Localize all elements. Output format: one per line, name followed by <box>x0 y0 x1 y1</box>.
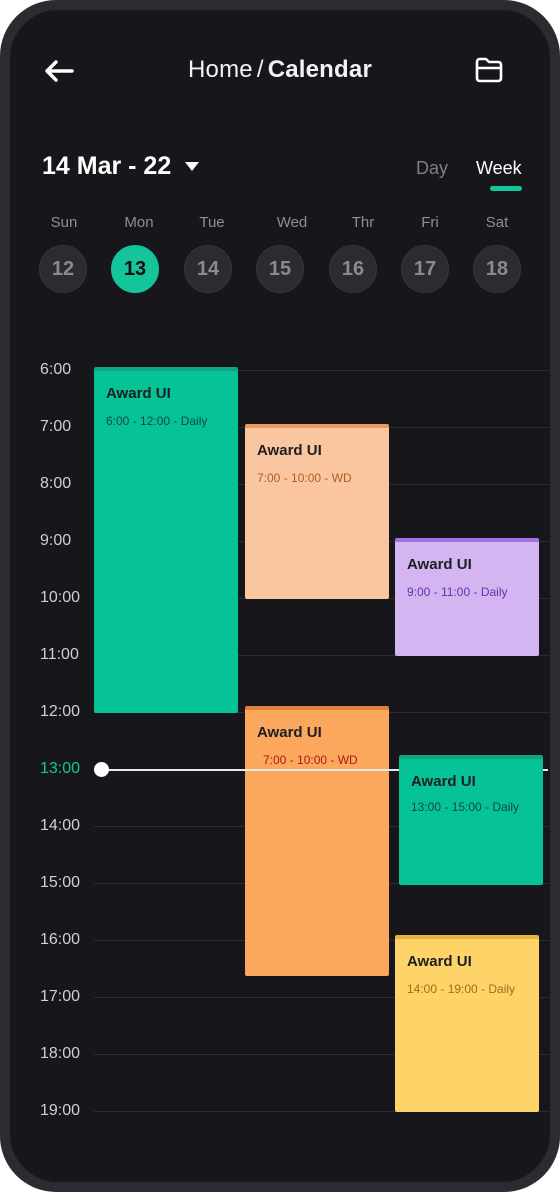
weekday-tue: Tue <box>199 214 225 231</box>
current-time-dot <box>94 762 109 777</box>
hour-label: 19:00 <box>40 1102 81 1119</box>
tab-day[interactable]: Day <box>416 158 448 179</box>
event-time: 7:00 - 10:00 - WD <box>263 753 358 767</box>
tab-week[interactable]: Week <box>476 158 522 179</box>
event-card[interactable]: Award UI 9:00 - 11:00 - Daily <box>395 538 539 656</box>
active-tab-indicator <box>490 186 522 191</box>
event-time: 13:00 - 15:00 - Daily <box>411 800 520 814</box>
event-title: Award UI <box>257 442 322 459</box>
event-card[interactable]: Award UI 7:00 - 10:00 - WD <box>245 424 389 599</box>
date-14[interactable]: 14 <box>184 245 232 293</box>
event-title: Award UI <box>407 556 472 573</box>
weekday-sun: Sun <box>50 214 78 231</box>
event-time: 7:00 - 10:00 - WD <box>257 471 352 485</box>
event-card[interactable]: Award UI 7:00 - 10:00 - WD <box>245 706 389 976</box>
event-title: Award UI <box>407 953 472 970</box>
calendar-screen: Home / Calendar 14 Mar - 22 Day Week Sun M… <box>10 10 550 1182</box>
breadcrumb-current: Calendar <box>267 56 372 83</box>
weekday-sat: Sat <box>485 214 509 231</box>
date-12[interactable]: 12 <box>39 245 87 293</box>
date-15[interactable]: 15 <box>256 245 304 293</box>
date-17[interactable]: 17 <box>401 245 449 293</box>
breadcrumb-home[interactable]: Home <box>188 56 253 83</box>
date-13-selected[interactable]: 13 <box>111 245 159 293</box>
event-time: 9:00 - 11:00 - Daily <box>407 585 508 599</box>
weekday-thr: Thr <box>351 214 375 231</box>
date-range-label: 14 Mar - 22 <box>42 152 172 180</box>
hour-label: 7:00 <box>40 418 72 435</box>
breadcrumb: Home / Calendar <box>10 56 550 84</box>
caret-down-icon <box>185 162 200 171</box>
folder-button[interactable] <box>474 56 504 84</box>
hour-label: 16:00 <box>40 931 81 948</box>
date-18[interactable]: 18 <box>473 245 521 293</box>
weekday-wed: Wed <box>276 214 308 231</box>
weekday-mon: Mon <box>124 214 154 231</box>
event-card[interactable]: Award UI 14:00 - 19:00 - Daily <box>395 935 539 1112</box>
event-title: Award UI <box>257 724 322 741</box>
hour-label: 10:00 <box>40 589 81 606</box>
event-title: Award UI <box>411 773 476 790</box>
phone-frame: Home / Calendar 14 Mar - 22 Day Week Sun M… <box>0 0 560 1192</box>
event-card[interactable]: Award UI 6:00 - 12:00 - Daily <box>94 367 238 713</box>
hour-label: 9:00 <box>40 532 72 549</box>
hour-label: 6:00 <box>40 361 72 378</box>
hour-label: 11:00 <box>40 646 79 663</box>
current-hour-label: 13:00 <box>40 760 81 777</box>
folder-icon <box>475 57 503 83</box>
weekday-fri: Fri <box>421 214 439 231</box>
hour-label: 8:00 <box>40 475 72 492</box>
event-time: 6:00 - 12:00 - Daily <box>106 414 208 428</box>
event-card[interactable]: Award UI 13:00 - 15:00 - Daily <box>399 755 543 885</box>
date-range-dropdown[interactable]: 14 Mar - 22 <box>42 152 200 181</box>
hour-label: 15:00 <box>40 874 81 891</box>
hour-label: 14:00 <box>40 817 81 834</box>
hour-label: 12:00 <box>40 703 81 720</box>
hour-label: 17:00 <box>40 988 81 1005</box>
hour-label: 18:00 <box>40 1045 81 1062</box>
date-16[interactable]: 16 <box>329 245 377 293</box>
event-title: Award UI <box>106 385 171 402</box>
breadcrumb-separator: / <box>256 56 264 83</box>
event-time: 14:00 - 19:00 - Daily <box>407 982 516 996</box>
